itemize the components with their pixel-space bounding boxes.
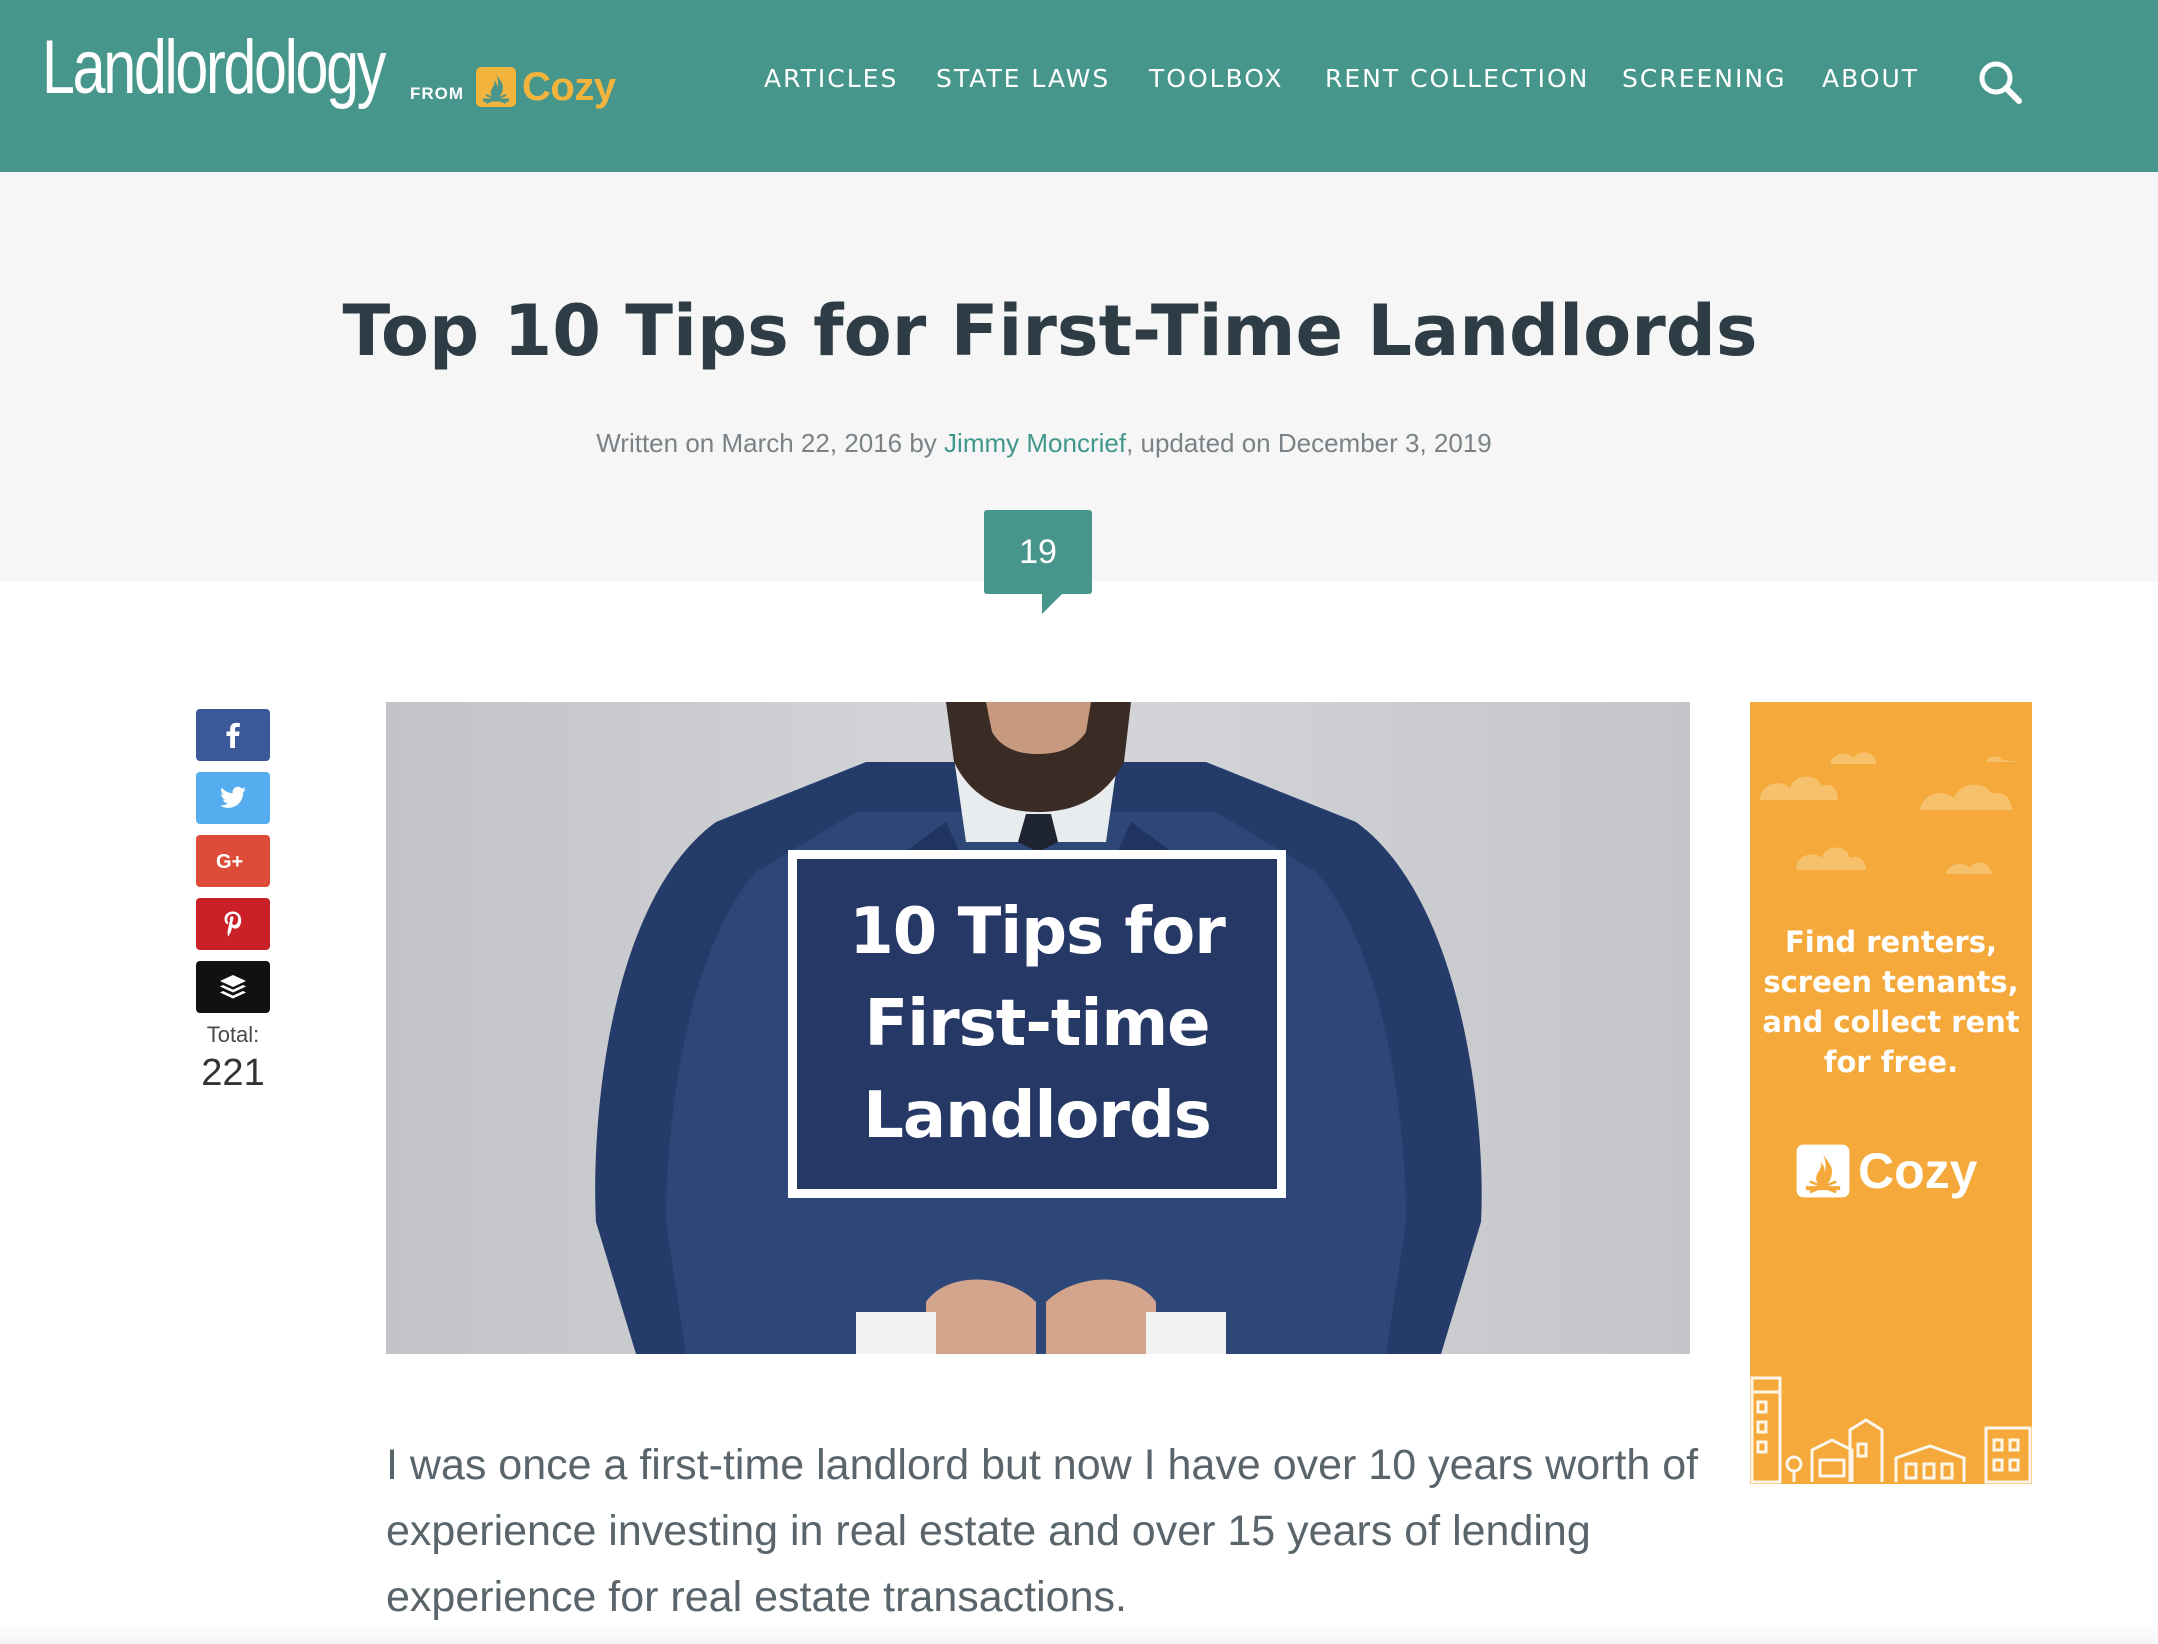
share-facebook-button[interactable] (196, 709, 270, 761)
nav-about[interactable]: ABOUT (1822, 64, 1919, 93)
page-title: Top 10 Tips for First-Time Landlords (342, 290, 1758, 372)
google-plus-icon: G+ (216, 851, 243, 872)
byline: Written on March 22, 2016 by Jimmy Moncr… (0, 428, 2088, 459)
share-buffer-button[interactable] (196, 961, 270, 1013)
author-link[interactable]: Jimmy Moncrief (944, 428, 1126, 458)
twitter-icon (220, 786, 246, 808)
site-header: Landlordology FROM Cozy ARTICLES STATE L… (0, 0, 2158, 172)
share-total-label: Total: (206, 1022, 260, 1047)
cozy-flame-icon (476, 67, 516, 107)
site-logo[interactable]: Landlordology (42, 30, 386, 106)
byline-updated: , updated on December 3, 2019 (1126, 428, 1492, 458)
comment-count: 19 (1019, 532, 1057, 571)
svg-text:G+: G+ (216, 851, 243, 872)
share-twitter-button[interactable] (196, 772, 270, 824)
share-pinterest-button[interactable] (196, 898, 270, 950)
facebook-icon (226, 722, 240, 748)
article-hero-image: 10 Tips for First-time Landlords (386, 702, 1690, 1354)
share-bar: G+ Total: 221 (196, 709, 270, 1095)
search-icon (1979, 61, 2022, 104)
search-button[interactable] (1976, 58, 2024, 106)
ad-illustration (1750, 752, 2032, 1484)
nav-toolbox[interactable]: TOOLBOX (1149, 64, 1283, 93)
ad-headline: Find renters, screen tenants, and collec… (1762, 925, 2020, 1079)
comment-count-badge[interactable]: 19 (984, 510, 1092, 614)
from-label: FROM (410, 84, 465, 103)
nav-screening[interactable]: SCREENING (1622, 64, 1786, 93)
hero-sign: 10 Tips for First-time Landlords (788, 850, 1286, 1198)
nav-articles[interactable]: ARTICLES (764, 64, 898, 93)
nav-state-laws[interactable]: STATE LAWS (936, 64, 1110, 93)
article-intro: I was once a first-time landlord but now… (386, 1441, 1699, 1621)
buffer-icon (220, 975, 246, 999)
cozy-ad-banner[interactable]: Find renters, screen tenants, and collec… (1750, 702, 2032, 1484)
page-bottom-edge (0, 1622, 2158, 1644)
cozy-logo[interactable]: Cozy (474, 64, 616, 110)
byline-written: Written on March 22, 2016 by (596, 428, 945, 458)
cozy-flame-icon (1796, 1144, 1850, 1198)
share-google-plus-button[interactable]: G+ (196, 835, 270, 887)
nav-rent-collection[interactable]: RENT COLLECTION (1325, 64, 1589, 93)
pinterest-icon (224, 911, 242, 937)
share-total-count: 221 (201, 1052, 265, 1094)
ad-cozy-wordmark: Cozy (1858, 1143, 1978, 1199)
cozy-wordmark: Cozy (522, 64, 616, 109)
ad-cozy-logo: Cozy (1794, 1142, 1977, 1200)
hero-sign-text: 10 Tips for First-time Landlords (849, 895, 1225, 1153)
